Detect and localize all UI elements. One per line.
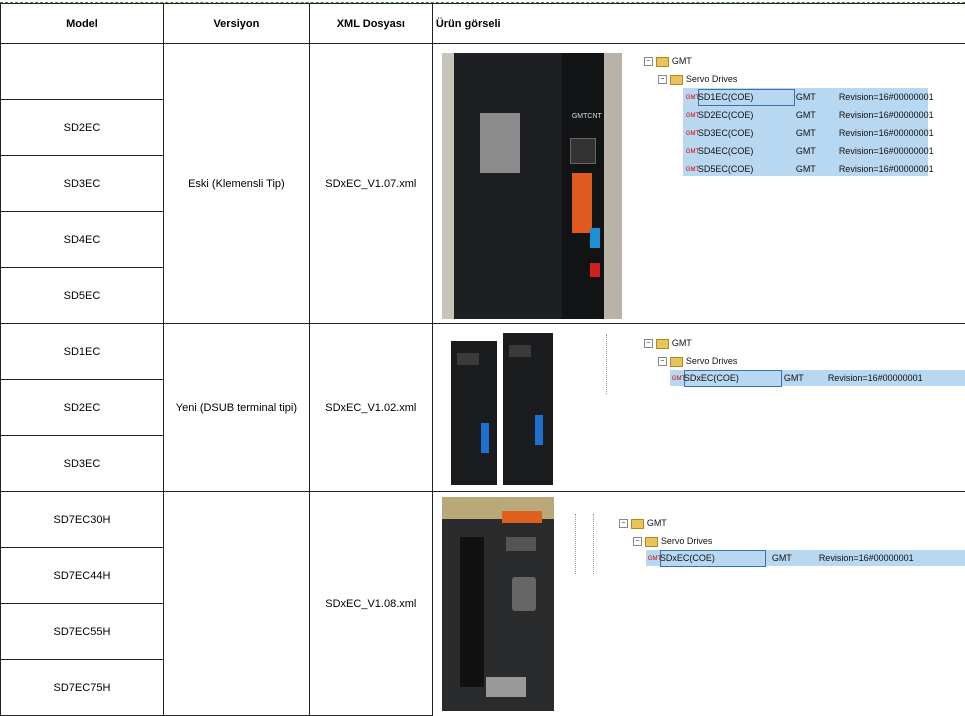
product-photo-sd7 [442, 497, 554, 711]
model-cell: SD5EC [1, 268, 164, 324]
minus-box-icon[interactable]: − [619, 519, 628, 528]
minus-box-icon[interactable]: − [644, 339, 653, 348]
gmt-device-icon: GMT [686, 127, 698, 141]
tree-guide [593, 514, 594, 574]
tree-item-revision: Revision=16#00000001 [839, 144, 934, 158]
tree-folder-label: Servo Drives [686, 356, 738, 366]
tree-item-vendor: GMT [784, 371, 804, 385]
model-cell: SD7EC55H [1, 604, 164, 660]
folder-icon [670, 357, 683, 367]
gmt-device-icon: GMT [686, 163, 698, 177]
tree-item[interactable]: GMTSD1EC(COE) [686, 90, 754, 104]
header-model: Model [1, 4, 164, 44]
tree-item-revision: Revision=16#00000001 [819, 551, 914, 565]
folder-icon [631, 519, 644, 529]
xml-cell: SDxEC_V1.08.xml [309, 492, 432, 716]
model-cell: SD3EC [1, 436, 164, 492]
minus-box-icon[interactable]: − [658, 75, 667, 84]
table-row: Eski (Klemensli Tip) SDxEC_V1.07.xml GMT… [1, 44, 965, 100]
model-cell: SD7EC75H [1, 660, 164, 716]
gmt-device-icon: GMT [686, 145, 698, 159]
tree-folder-label: Servo Drives [686, 74, 738, 84]
model-cell: SD1EC [1, 324, 164, 380]
tree-item-vendor: GMT [796, 108, 816, 122]
model-cell [1, 44, 164, 100]
device-tree: −GMT −Servo Drives GMTSD1EC(COE) GMT Rev… [644, 52, 964, 192]
version-cell: Eski (Klemensli Tip) [163, 44, 309, 324]
tree-item-revision: Revision=16#00000001 [839, 126, 934, 140]
image-cell: −GMT −Servo Drives GMTSDxEC(COE) GMT Rev… [432, 324, 965, 492]
folder-icon [656, 57, 669, 67]
gmt-device-icon: GMT [686, 91, 698, 105]
minus-box-icon[interactable]: − [633, 537, 642, 546]
header-image: Ürün görseli [432, 4, 965, 44]
gmt-device-icon: GMT [648, 552, 660, 566]
model-cell: SD3EC [1, 156, 164, 212]
tree-item-revision: Revision=16#00000001 [839, 90, 934, 104]
folder-icon [670, 75, 683, 85]
image-cell: −GMT −Servo Drives GMTSDxEC(COE) GMT Rev… [432, 492, 965, 716]
tree-root-label: GMT [672, 56, 692, 66]
tree-item[interactable]: GMTSD2EC(COE) [686, 108, 754, 122]
tree-root-label: GMT [672, 338, 692, 348]
folder-icon [656, 339, 669, 349]
tree-item[interactable]: GMTSD3EC(COE) [686, 126, 754, 140]
tree-root-label: GMT [647, 518, 667, 528]
tree-item-vendor: GMT [772, 551, 792, 565]
xml-cell: SDxEC_V1.07.xml [309, 44, 432, 324]
brand-label: GMTCNT [572, 113, 600, 123]
folder-icon [645, 537, 658, 547]
minus-box-icon[interactable]: − [658, 357, 667, 366]
image-cell: GMTCNT −GMT −Servo Drives GMTSD1EC(COE) … [432, 44, 965, 324]
table-row: SD1EC Yeni (DSUB terminal tipi) SDxEC_V1… [1, 324, 965, 380]
tree-guide [575, 514, 576, 574]
tree-item-vendor: GMT [796, 162, 816, 176]
model-cell: SD2EC [1, 100, 164, 156]
tree-item[interactable]: GMTSD5EC(COE) [686, 162, 754, 176]
tree-item-vendor: GMT [796, 144, 816, 158]
tree-item[interactable]: GMTSD4EC(COE) [686, 144, 754, 158]
gmt-device-icon: GMT [686, 109, 698, 123]
device-tree: −GMT −Servo Drives GMTSDxEC(COE) GMT Rev… [619, 514, 949, 584]
tree-item-revision: Revision=16#00000001 [839, 162, 934, 176]
tree-folder-label: Servo Drives [661, 536, 713, 546]
header-row: Model Versiyon XML Dosyası Ürün görseli [1, 4, 965, 44]
tree-item-revision: Revision=16#00000001 [839, 108, 934, 122]
model-cell: SD2EC [1, 380, 164, 436]
model-cell: SD7EC44H [1, 548, 164, 604]
product-photo-old: GMTCNT [442, 53, 622, 319]
table-row: SD7EC30H SDxEC_V1.08.xml −GMT −Servo Dri… [1, 492, 965, 548]
tree-item[interactable]: GMTSDxEC(COE) [648, 551, 715, 565]
tree-item-revision: Revision=16#00000001 [828, 371, 923, 385]
header-xml: XML Dosyası [309, 4, 432, 44]
tree-guide [606, 334, 607, 394]
gmt-device-icon: GMT [672, 372, 684, 386]
xml-cell: SDxEC_V1.02.xml [309, 324, 432, 492]
product-photo-new [451, 333, 553, 485]
header-version: Versiyon [163, 4, 309, 44]
tree-item-vendor: GMT [796, 90, 816, 104]
tree-item[interactable]: GMTSDxEC(COE) [672, 371, 739, 385]
minus-box-icon[interactable]: − [644, 57, 653, 66]
version-cell: Yeni (DSUB terminal tipi) [163, 324, 309, 492]
model-cell: SD4EC [1, 212, 164, 268]
tree-item-vendor: GMT [796, 126, 816, 140]
version-cell [163, 492, 309, 716]
model-cell: SD7EC30H [1, 492, 164, 548]
device-tree: −GMT −Servo Drives GMTSDxEC(COE) GMT Rev… [644, 334, 964, 404]
model-table: Model Versiyon XML Dosyası Ürün görseli … [0, 3, 965, 716]
